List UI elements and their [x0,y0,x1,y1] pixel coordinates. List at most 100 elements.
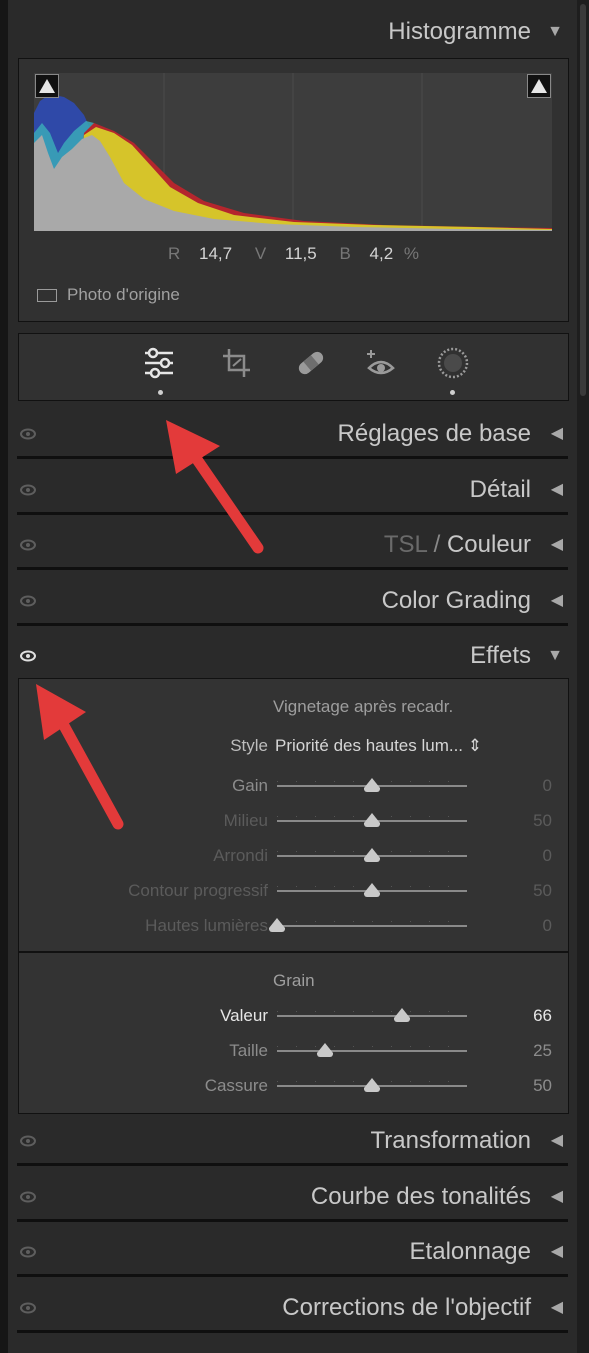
vignette-slider-value[interactable]: 0 [543,846,552,866]
histogram-graph[interactable] [34,73,552,231]
edit-sliders-icon[interactable] [139,346,179,380]
panel-divider [17,1330,568,1333]
vignette-slider-label: Milieu [223,811,268,830]
visibility-eye-icon[interactable] [20,1190,36,1204]
slider-thumb[interactable] [364,813,380,827]
couleur-tab[interactable]: Couleur [447,531,531,558]
original-photo-toggle[interactable]: Photo d'origine [37,285,180,305]
panel-title: Réglages de base [337,420,531,447]
panel-scrollbar[interactable] [577,0,589,1353]
panel-etalonnage[interactable]: Etalonnage ◀ [8,1226,577,1278]
masking-icon[interactable] [433,346,473,380]
panel-expand-icon[interactable]: ▼ [547,644,563,668]
panel-corrections-de-l-objectif[interactable]: Corrections de l'objectif ◀ [8,1282,577,1334]
vignette-slider-label: Contour progressif [128,881,268,900]
visibility-eye-icon[interactable] [20,594,36,608]
vignette-slider-row: Gain 0 [19,771,568,801]
shadow-clipping-icon[interactable] [35,74,59,98]
tab-separator: / [433,531,441,558]
b-label: B [339,244,351,263]
slider-thumb[interactable] [316,1043,333,1057]
grain-slider-value[interactable]: 50 [533,1076,552,1096]
panel-collapse-icon[interactable]: ◀ [551,1296,563,1320]
histogram-header[interactable]: Histogramme ▼ [8,6,577,58]
panel-title: Etalonnage [409,1238,531,1265]
red-eye-icon[interactable] [361,346,401,380]
vignette-slider-label: Hautes lumières [145,916,268,935]
histogram-curve [34,73,552,231]
panel-tsl-couleur[interactable]: TSL / Couleur ◀ [8,519,577,571]
slider-thumb[interactable] [364,883,380,897]
style-row: Style Priorité des hautes lum... ⇕ [19,731,568,761]
visibility-eye-icon[interactable] [20,1301,36,1315]
vignette-slider-row: Contour progressif 50 [19,876,568,906]
b-value: 4,2 [369,244,394,263]
panel-transformation[interactable]: Transformation ◀ [8,1115,577,1167]
panel-collapse-icon[interactable]: ◀ [551,478,563,502]
vignette-slider-value[interactable]: 50 [533,881,552,901]
panel-title: Détail [469,476,531,503]
visibility-eye-icon[interactable] [20,483,36,497]
panel-courbe-des-tonalites[interactable]: Courbe des tonalités ◀ [8,1171,577,1223]
original-photo-checkbox-icon[interactable] [37,289,57,303]
vignette-slider-row: Hautes lumières 0 [19,911,568,941]
slider-thumb[interactable] [364,778,380,792]
scrollbar-thumb[interactable] [580,4,586,396]
v-label: V [254,244,267,263]
tsl-tab[interactable]: TSL [384,531,427,558]
r-label: R [167,244,181,263]
visibility-eye-icon[interactable] [20,649,36,663]
visibility-eye-icon[interactable] [20,1245,36,1259]
grain-section: Grain Valeur 66 Taille 25 Cassure 50 [18,952,569,1114]
slider-track[interactable] [277,1015,467,1017]
slider-track[interactable] [277,925,467,927]
panel-color-grading[interactable]: Color Grading ◀ [8,575,577,627]
slider-thumb[interactable] [394,1008,411,1022]
panel-title: Courbe des tonalités [310,1183,531,1210]
panel-collapse-icon[interactable]: ◀ [551,1129,563,1153]
rgb-readout: R 14,7 V 11,5 B 4,2 % [19,244,568,264]
panel-collapse-icon[interactable]: ◀ [551,533,563,557]
grain-slider-label: Cassure [204,1076,268,1095]
vignette-slider-value[interactable]: 0 [543,916,552,936]
highlight-clipping-icon[interactable] [527,74,551,98]
visibility-eye-icon[interactable] [20,427,36,441]
vignette-slider-value[interactable]: 0 [543,776,552,796]
slider-ticks [277,921,467,922]
grain-slider-value[interactable]: 66 [533,1006,552,1026]
panel-divider [17,623,568,626]
active-tool-indicator [158,390,163,395]
panel-collapse-icon[interactable]: ◀ [551,422,563,446]
grain-slider-value[interactable]: 25 [533,1041,552,1061]
vignette-slider-label: Gain [232,776,268,795]
panel-collapse-icon[interactable]: ◀ [551,1185,563,1209]
panel-divider [17,567,568,570]
slider-thumb[interactable] [364,1078,380,1092]
panel-reglages-de-base[interactable]: Réglages de base ◀ [8,408,577,460]
original-photo-label: Photo d'origine [67,285,180,304]
v-value: 11,5 [284,244,317,263]
slider-thumb[interactable] [364,848,380,862]
healing-icon[interactable] [291,346,331,380]
panel-detail[interactable]: Détail ◀ [8,464,577,516]
panel-collapse-icon[interactable]: ◀ [551,1240,563,1264]
slider-ticks [277,1046,467,1047]
panel-title: Effets [470,642,531,669]
collapse-triangle-icon[interactable]: ▼ [547,20,563,44]
vignette-slider-value[interactable]: 50 [533,811,552,831]
panel-collapse-icon[interactable]: ◀ [551,589,563,613]
style-label: Style [230,736,268,755]
crop-icon[interactable] [217,346,257,380]
style-dropdown[interactable]: Priorité des hautes lum... ⇕ [275,736,482,756]
visibility-eye-icon[interactable] [20,1134,36,1148]
visibility-eye-icon[interactable] [20,538,36,552]
panel-effets[interactable]: Effets ▼ [8,630,577,682]
grain-slider-label: Valeur [220,1006,268,1025]
slider-track[interactable] [277,1050,467,1052]
vignette-slider-row: Arrondi 0 [19,841,568,871]
panel-divider [17,1274,568,1277]
grain-slider-label: Taille [229,1041,268,1060]
slider-thumb[interactable] [269,918,285,932]
slider-ticks [277,1011,467,1012]
tool-strip [18,333,569,401]
